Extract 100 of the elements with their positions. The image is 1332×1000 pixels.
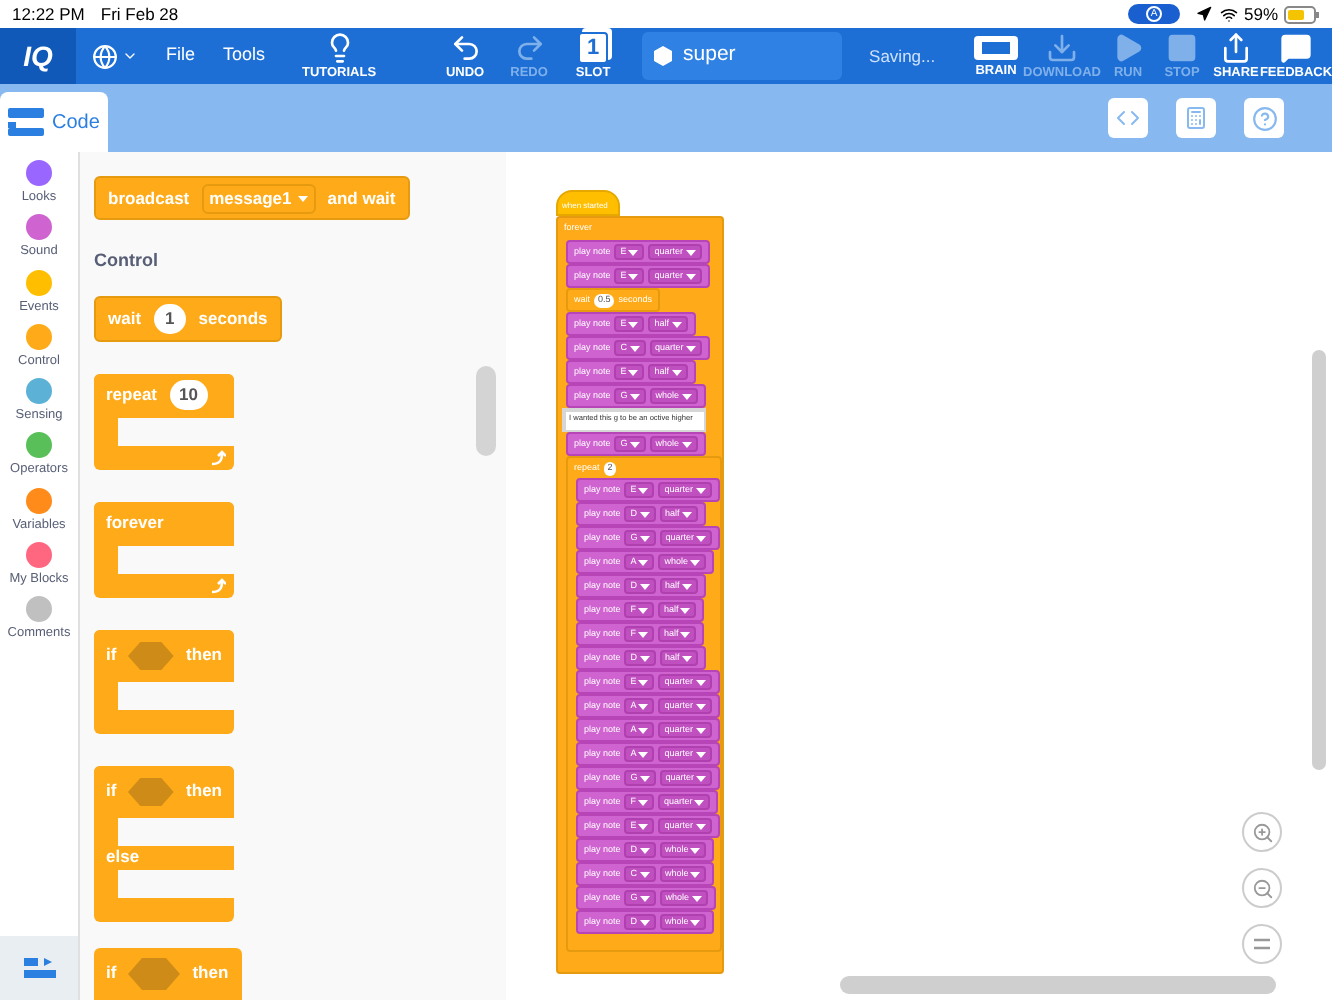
caret-icon: [681, 441, 692, 447]
caret-icon: [695, 487, 706, 493]
caret-icon: [639, 655, 650, 661]
menu-item[interactable]: Tools: [223, 28, 266, 84]
caret-icon: [685, 345, 696, 351]
caret-icon: [638, 679, 649, 685]
caret-icon: [638, 799, 649, 805]
caret-icon: [681, 655, 692, 661]
device-button[interactable]: [1176, 98, 1216, 138]
battery-percent: 59%: [1243, 1, 1278, 27]
caret-icon: [695, 727, 706, 733]
battery-icon: [1284, 5, 1320, 23]
caret-icon: [681, 393, 692, 399]
block-slot: [118, 545, 234, 573]
caret-icon: [639, 583, 650, 589]
block-slot: [118, 817, 234, 845]
code-tab[interactable]: Code: [0, 92, 108, 152]
caret-icon: [639, 871, 650, 877]
caret-icon: [685, 273, 696, 279]
caret-icon: [629, 441, 640, 447]
caret-icon: [638, 559, 649, 565]
redo-icon: [513, 31, 546, 64]
feedback-icon: [1280, 31, 1312, 64]
caret-icon: [671, 321, 682, 327]
caret-icon: [639, 775, 650, 781]
caret-icon: [638, 607, 649, 613]
project-name-field[interactable]: super: [641, 32, 842, 80]
condition-slot-icon: [128, 775, 175, 807]
share-icon: [1220, 31, 1252, 64]
repeat-block[interactable]: [566, 456, 723, 952]
caret-icon: [695, 679, 706, 685]
caret-icon: [628, 249, 639, 255]
caret-icon: [694, 799, 705, 805]
help-button[interactable]: [1244, 98, 1284, 138]
status-time: 12:22 PM: [12, 1, 85, 27]
caret-icon: [628, 369, 639, 375]
caret-icon: [696, 775, 707, 781]
brain-icon: [972, 33, 1020, 62]
device-icon: [1184, 106, 1208, 130]
slot-icon: 1: [578, 31, 609, 64]
caret-icon: [638, 727, 649, 733]
zoom-reset-button[interactable]: [1242, 924, 1282, 964]
loop-arrow-icon: [210, 577, 226, 593]
value-field[interactable]: 1: [153, 303, 187, 333]
zoom-in-button[interactable]: [1242, 812, 1282, 852]
extension-icon: [23, 956, 55, 980]
scrollbar-thumb[interactable]: [840, 976, 1276, 994]
caret-icon: [628, 273, 639, 279]
caret-icon: [690, 919, 701, 925]
caret-icon: [639, 535, 650, 541]
code-view-button[interactable]: [1108, 98, 1148, 138]
caret-icon: [681, 583, 692, 589]
logo: IQ: [0, 28, 76, 84]
stop-icon: [1166, 31, 1198, 64]
condition-slot-icon: [128, 957, 181, 989]
caret-icon: [639, 847, 650, 853]
caret-icon: [695, 823, 706, 829]
help-icon: [1251, 105, 1277, 131]
zoom-out-button[interactable]: [1242, 868, 1282, 908]
scrollbar-thumb[interactable]: [476, 366, 496, 456]
caret-icon: [638, 631, 649, 637]
play-icon: [1112, 31, 1144, 64]
caret-icon: [639, 895, 650, 901]
caret-icon: [696, 535, 707, 541]
caret-icon: [681, 511, 692, 517]
caret-icon: [629, 393, 640, 399]
scrollbar-thumb[interactable]: [1312, 350, 1326, 770]
caret-icon: [695, 703, 706, 709]
caret-icon: [628, 321, 639, 327]
caret-icon: [638, 487, 649, 493]
zoom-in-icon: [1251, 821, 1273, 843]
caret-icon: [680, 607, 691, 613]
caret-icon: [671, 369, 682, 375]
caret-icon: [690, 871, 701, 877]
menu-item[interactable]: File: [166, 28, 196, 84]
caret-icon: [691, 895, 702, 901]
condition-slot-icon: [128, 639, 175, 671]
location-icon: [1195, 6, 1212, 22]
caret-icon: [638, 823, 649, 829]
caret-icon: [685, 249, 696, 255]
caret-icon: [122, 48, 138, 64]
save-status: Saving...: [869, 43, 936, 69]
value-field[interactable]: 10: [169, 380, 208, 410]
wait-block[interactable]: wait 1 seconds: [94, 295, 282, 341]
equals-icon: [1254, 938, 1270, 950]
extensions-button[interactable]: [0, 936, 78, 1000]
status-date: Fri Feb 28: [100, 1, 179, 27]
wifi-icon: [1219, 5, 1238, 23]
caret-icon: [695, 751, 706, 757]
blocks-icon: [8, 108, 44, 136]
repeat-block[interactable]: repeat 10: [94, 373, 234, 469]
caret-icon: [690, 559, 701, 565]
download-icon: [1046, 31, 1078, 64]
undo-icon: [449, 31, 482, 64]
globe-icon: [92, 43, 118, 69]
loop-arrow-icon: [210, 449, 226, 465]
caret-icon: [638, 703, 649, 709]
code-icon: [1116, 106, 1140, 130]
caret-icon: [680, 631, 691, 637]
caret-icon: [639, 919, 650, 925]
